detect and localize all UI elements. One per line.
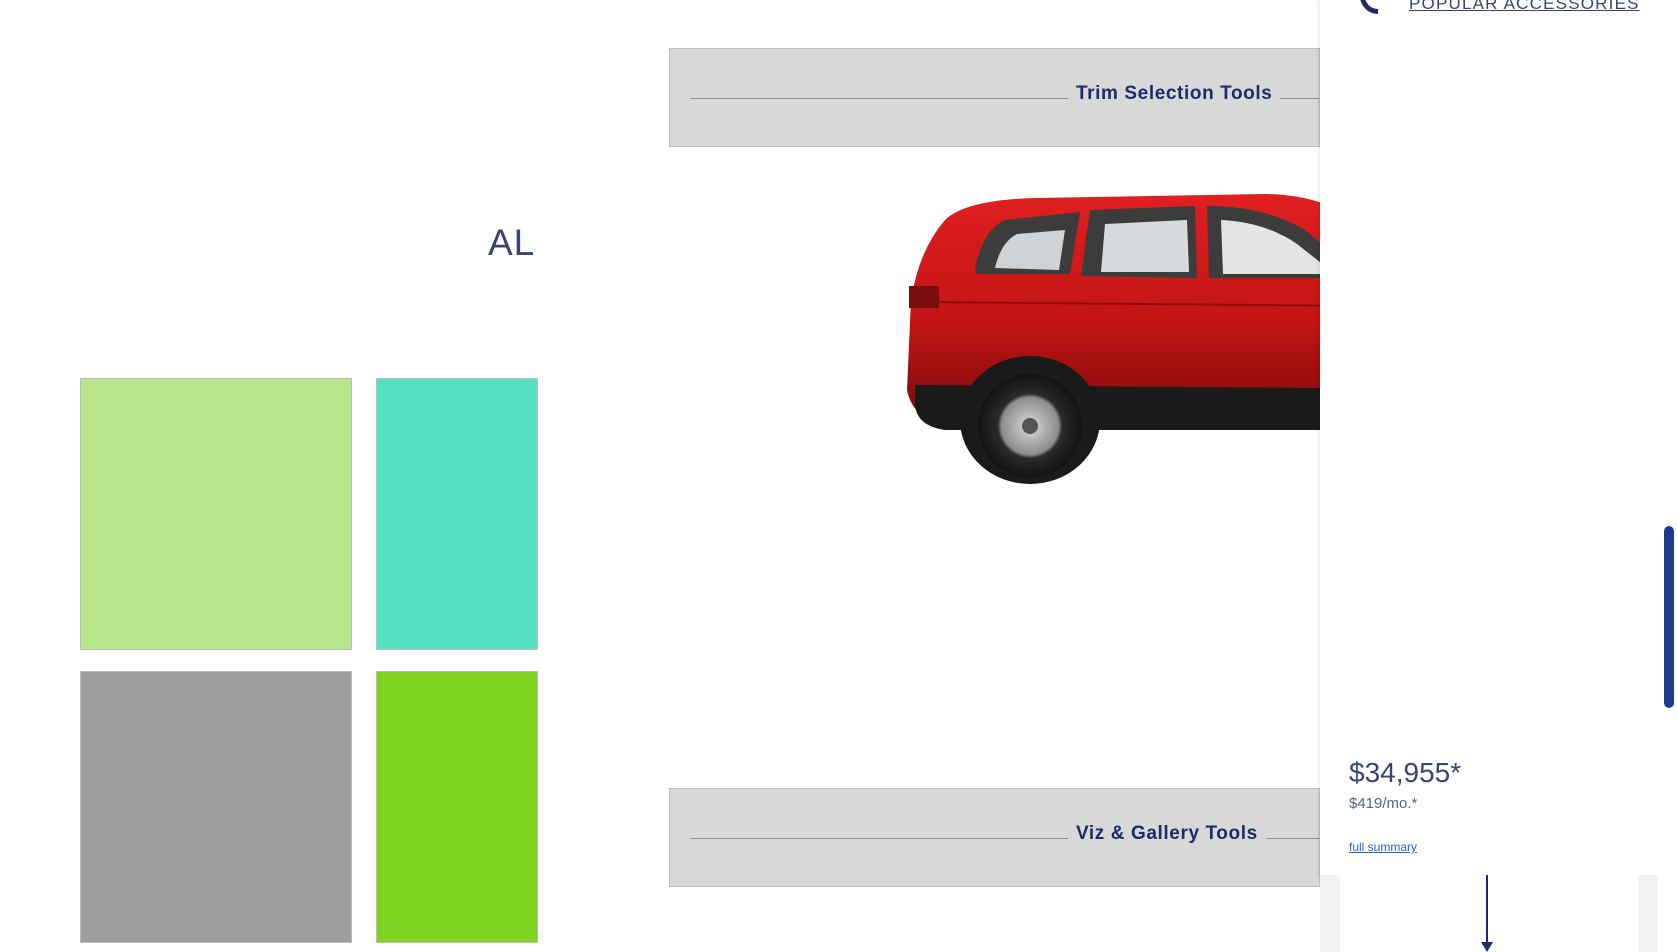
section-heading: AL <box>488 222 536 263</box>
swatch-gray[interactable] <box>80 671 352 943</box>
swatch-turquoise[interactable] <box>376 378 538 650</box>
arrow-head-icon <box>1481 942 1493 952</box>
msrp-price: $34,955* <box>1349 757 1462 788</box>
summary-side-panel <box>1320 0 1658 875</box>
scroll-down-arrow-icon[interactable] <box>1486 875 1488 947</box>
swatch-lime-green[interactable] <box>376 671 538 943</box>
scrollbar-thumb[interactable] <box>1664 526 1674 708</box>
swatch-light-green[interactable] <box>80 378 352 650</box>
viz-gallery-tools-label: Viz & Gallery Tools <box>1068 823 1266 845</box>
trim-selection-tools-band: Trim Selection Tools <box>669 48 1320 147</box>
popular-accessories-link[interactable]: POPULAR ACCESSORIES <box>1409 0 1640 14</box>
viz-gallery-tools-band: Viz & Gallery Tools <box>669 788 1320 887</box>
summary-side-panel-footer <box>1320 875 1658 952</box>
page: AL Trim Selection Tools Viz & Gallery To… <box>0 0 1677 952</box>
footer-card <box>1340 875 1638 952</box>
trim-selection-tools-label: Trim Selection Tools <box>1068 83 1281 105</box>
monthly-payment: $419/mo.* <box>1349 795 1418 812</box>
full-summary-link[interactable]: full summary <box>1349 840 1417 854</box>
